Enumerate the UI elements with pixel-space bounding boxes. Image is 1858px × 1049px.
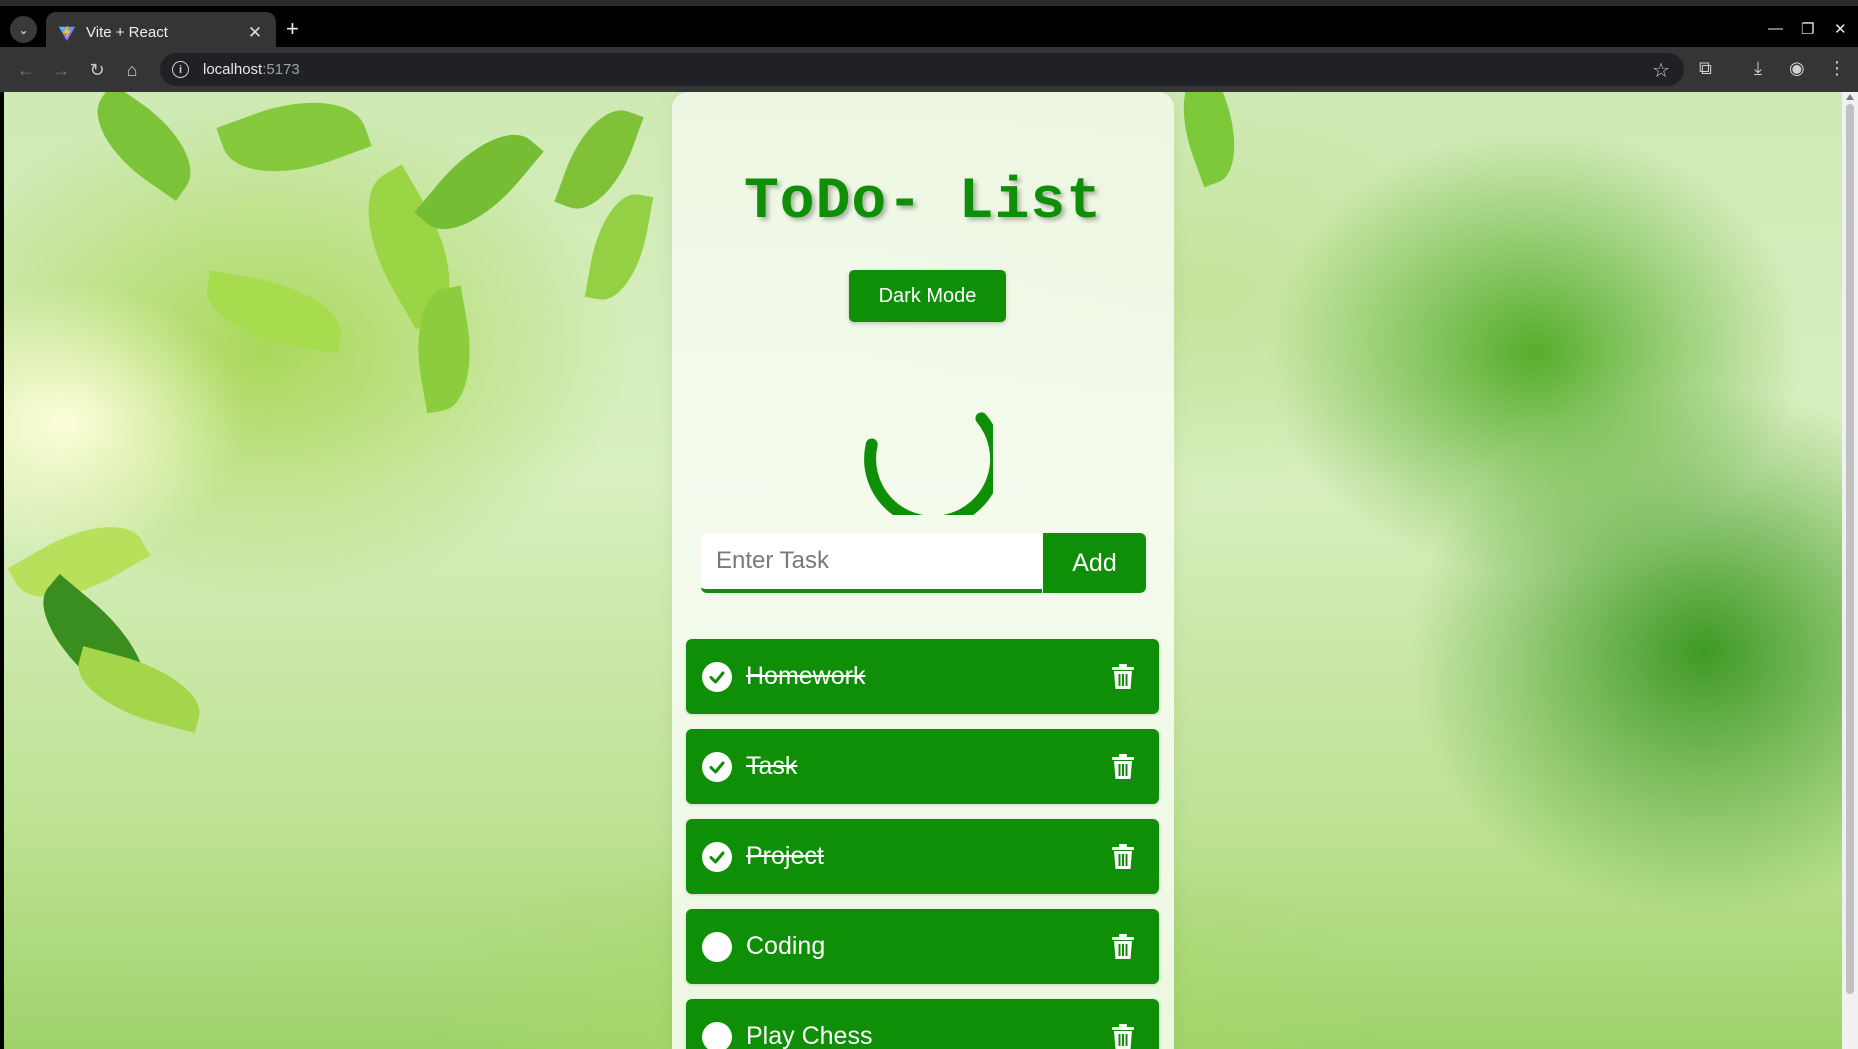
new-tab-icon[interactable]: + xyxy=(286,18,299,40)
task-item: Project xyxy=(686,819,1159,894)
forward-icon[interactable]: → xyxy=(49,58,73,82)
task-item: Homework xyxy=(686,639,1159,714)
download-icon[interactable]: ⤓ xyxy=(1754,58,1762,79)
background-leaf xyxy=(199,270,349,354)
restore-icon[interactable]: ❐ xyxy=(1801,20,1814,38)
url-port: :5173 xyxy=(262,61,300,78)
todo-card: ToDo- List Dark Mode Add Homework Task Pro… xyxy=(672,92,1174,1049)
checked-circle-icon[interactable] xyxy=(702,661,732,692)
address-bar[interactable]: i localhost:5173 ☆ xyxy=(160,53,1684,86)
trash-icon[interactable] xyxy=(1111,933,1135,960)
scrollbar-thumb[interactable] xyxy=(1846,104,1854,994)
site-info-icon[interactable]: i xyxy=(172,61,189,78)
unchecked-circle-icon[interactable] xyxy=(702,1021,732,1049)
page-viewport: ToDo- List Dark Mode Add Homework Task Pro… xyxy=(4,92,1842,1049)
trash-icon[interactable] xyxy=(1111,753,1135,780)
scroll-up-icon[interactable] xyxy=(1846,94,1854,100)
task-text[interactable]: Task xyxy=(746,752,1111,781)
task-text[interactable]: Homework xyxy=(746,662,1111,691)
checked-circle-icon[interactable] xyxy=(702,751,732,782)
task-list: Homework Task Project Coding Play Chess xyxy=(686,639,1159,1049)
loading-spinner-icon xyxy=(864,412,993,515)
task-item: Coding xyxy=(686,909,1159,984)
background-leaf xyxy=(584,188,654,306)
app-title: ToDo- List xyxy=(743,170,1103,235)
minimize-icon[interactable]: — xyxy=(1768,20,1783,37)
task-text[interactable]: Play Chess xyxy=(746,1022,1111,1049)
background-leaf xyxy=(77,92,211,201)
task-input[interactable] xyxy=(701,533,1042,593)
tab-list-button[interactable]: ⌄ xyxy=(10,16,37,43)
browser-toolbar: ← → ↻ ⌂ i localhost:5173 ☆ ⧉ ⤓ ◉ ⋮ xyxy=(0,47,1858,92)
trash-icon[interactable] xyxy=(1111,843,1135,870)
add-task-button[interactable]: Add xyxy=(1043,533,1146,593)
close-window-icon[interactable]: ✕ xyxy=(1834,20,1847,38)
background-leaf xyxy=(1166,92,1252,188)
reload-icon[interactable]: ↻ xyxy=(85,58,109,82)
task-item: Task xyxy=(686,729,1159,804)
task-text[interactable]: Coding xyxy=(746,932,1111,961)
task-text[interactable]: Project xyxy=(746,842,1111,871)
trash-icon[interactable] xyxy=(1111,1023,1135,1049)
tab-close-icon[interactable]: ✕ xyxy=(246,23,264,43)
extensions-icon[interactable]: ⧉ xyxy=(1699,58,1712,79)
bookmark-star-icon[interactable]: ☆ xyxy=(1652,58,1670,83)
dark-mode-button[interactable]: Dark Mode xyxy=(849,270,1006,322)
checked-circle-icon[interactable] xyxy=(702,841,732,872)
vite-favicon-icon xyxy=(58,24,76,41)
trash-icon[interactable] xyxy=(1111,663,1135,690)
page-scrollbar[interactable] xyxy=(1842,92,1858,1049)
menu-icon[interactable]: ⋮ xyxy=(1828,58,1846,79)
background-leaf xyxy=(216,92,372,194)
unchecked-circle-icon[interactable] xyxy=(702,931,732,962)
back-icon[interactable]: ← xyxy=(14,58,38,82)
profile-icon[interactable]: ◉ xyxy=(1789,58,1805,79)
task-item: Play Chess xyxy=(686,999,1159,1049)
browser-tab-strip: ⌄ Vite + React ✕ + — ❐ ✕ xyxy=(0,0,1858,53)
url-host: localhost xyxy=(203,61,263,78)
tab-title: Vite + React xyxy=(86,24,168,41)
home-icon[interactable]: ⌂ xyxy=(120,58,144,82)
